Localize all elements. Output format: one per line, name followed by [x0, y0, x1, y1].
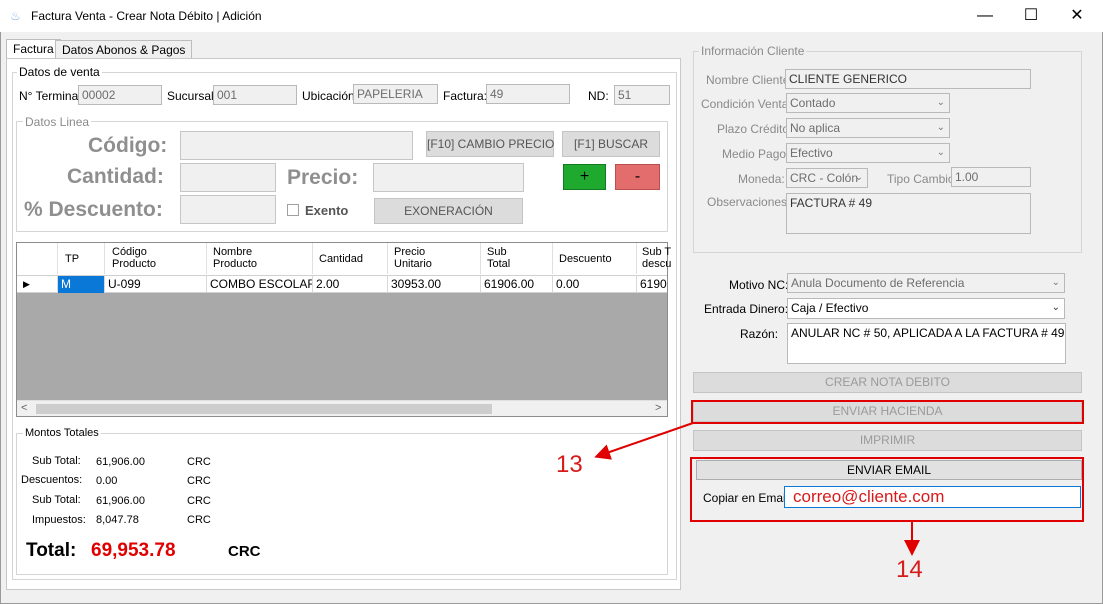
annotation-13: 13: [556, 451, 583, 478]
annotation-arrows: [594, 422, 920, 556]
arrow-13: [594, 422, 694, 460]
annotation-14: 14: [896, 556, 923, 583]
